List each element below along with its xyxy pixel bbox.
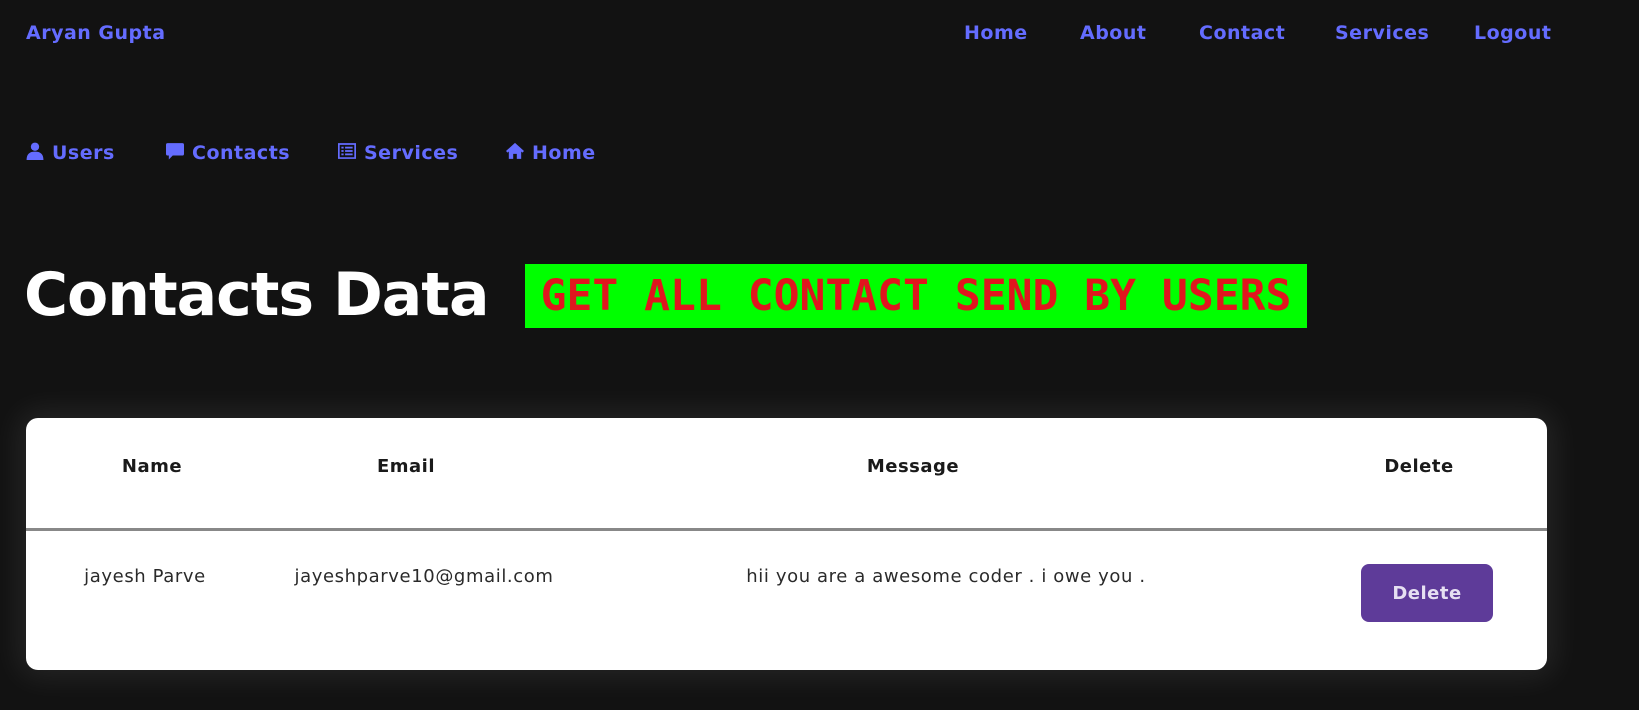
admin-nav-services[interactable]: Services [338, 142, 458, 164]
page-title: Contacts Data [24, 260, 489, 330]
admin-nav-home-label: Home [532, 142, 596, 164]
message-icon [166, 143, 184, 160]
admin-nav-contacts-label: Contacts [192, 142, 291, 164]
top-navbar: Home About Contact Services Logout [0, 22, 1639, 52]
home-icon [506, 142, 524, 160]
admin-nav-users-label: Users [52, 142, 115, 164]
user-icon [26, 142, 44, 160]
column-header-delete: Delete [1384, 456, 1454, 477]
delete-button[interactable]: Delete [1361, 564, 1493, 622]
cell-name: jayesh Parve [84, 566, 206, 587]
admin-nav-services-label: Services [364, 142, 459, 164]
nav-link-contact[interactable]: Contact [1199, 22, 1285, 44]
nav-link-about[interactable]: About [1080, 22, 1146, 44]
contacts-table: Name Email Message Delete jayesh Parve j… [26, 418, 1547, 670]
column-header-name: Name [121, 456, 183, 477]
cell-message: hii you are a awesome coder . i owe you … [746, 566, 1146, 587]
nav-link-home[interactable]: Home [964, 22, 1028, 44]
nav-link-logout[interactable]: Logout [1474, 22, 1551, 44]
contacts-banner: GET ALL CONTACT SEND BY USERS [525, 264, 1307, 328]
list-icon [338, 143, 356, 160]
admin-nav-users[interactable]: Users [26, 142, 115, 164]
column-header-email: Email [376, 456, 436, 477]
admin-nav-contacts[interactable]: Contacts [166, 142, 290, 164]
admin-navbar: Users Contacts Services Home [0, 142, 700, 172]
nav-link-services[interactable]: Services [1335, 22, 1429, 44]
page: Aryan Gupta Home About Contact Services … [0, 0, 1639, 710]
table-header-row: Name Email Message Delete [26, 418, 1547, 531]
admin-nav-home[interactable]: Home [506, 142, 596, 164]
cell-email: jayeshparve10@gmail.com [294, 566, 554, 587]
column-header-message: Message [866, 456, 960, 477]
